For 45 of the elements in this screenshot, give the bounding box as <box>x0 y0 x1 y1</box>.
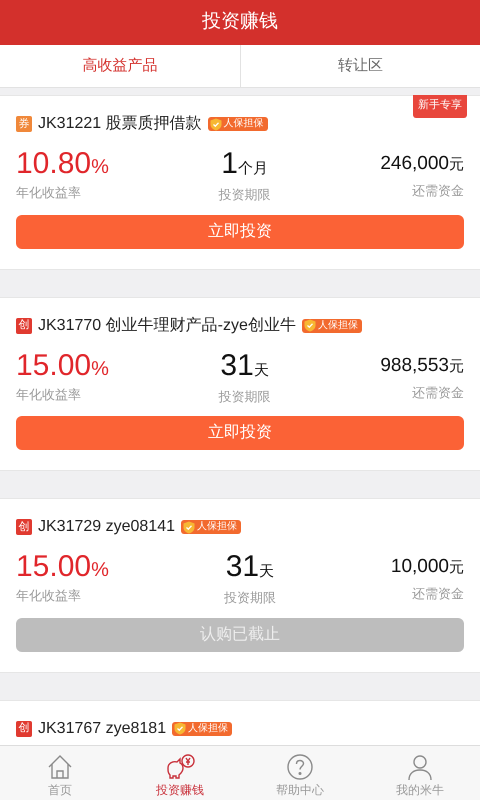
term-label: 投资期限 <box>218 388 271 406</box>
amount-label: 还需资金 <box>411 182 464 200</box>
rate-label: 年化收益率 <box>16 386 82 404</box>
product-tag: 创 <box>16 519 32 535</box>
ribbon-label: 新手专享 <box>413 95 467 118</box>
shield-icon <box>304 319 316 332</box>
term-label: 投资期限 <box>224 589 276 607</box>
term-value: 1个月 <box>220 148 269 182</box>
amount-label: 还需资金 <box>411 585 464 603</box>
product-name: JK31770 创业牛理财产品-zye创业牛 <box>38 316 296 336</box>
help-icon <box>286 753 314 781</box>
shield-icon <box>174 722 186 735</box>
amount-label: 还需资金 <box>411 384 464 402</box>
product-tag: 创 <box>16 720 32 736</box>
term-value: 31天 <box>219 350 270 384</box>
product-name: JK31221 股票质押借款 <box>38 114 202 134</box>
product-name: JK31767 zye8181 <box>38 718 166 738</box>
product-name: JK31729 zye08141 <box>38 517 175 537</box>
guarantee-label: 人保担保 <box>318 318 358 332</box>
rate-label: 年化收益率 <box>16 587 82 605</box>
nav-tab[interactable]: 我的米牛 <box>360 746 480 800</box>
invest-button[interactable]: 立即投资 <box>16 416 464 450</box>
amount-value: 10,000元 <box>390 555 464 579</box>
guarantee-label: 人保担保 <box>224 117 264 131</box>
guarantee-label: 人保担保 <box>197 520 237 534</box>
term-label: 投资期限 <box>218 186 271 204</box>
nav-tab[interactable]: 帮助中心 <box>240 746 360 800</box>
amount-value: 246,000元 <box>380 152 464 176</box>
nav-tab[interactable]: 首页 <box>0 746 120 800</box>
interest-rate: 15.00% <box>16 350 109 384</box>
guarantee-label: 人保担保 <box>188 722 228 736</box>
nav-tab[interactable]: 投资赚钱 <box>120 746 240 800</box>
term-value: 31天 <box>224 551 276 585</box>
invest-button[interactable]: 立即投资 <box>16 214 464 248</box>
interest-rate: 10.80% <box>16 148 109 182</box>
shield-icon <box>183 520 195 534</box>
rate-label: 年化收益率 <box>16 184 82 202</box>
interest-rate: 15.00% <box>16 551 109 585</box>
amount-value: 988,553元 <box>380 354 464 378</box>
shield-icon <box>210 118 222 130</box>
product-tag: 创 <box>16 318 32 334</box>
person-icon <box>406 753 434 781</box>
home-icon <box>46 753 74 781</box>
page-title: 投资赚钱 <box>0 0 480 45</box>
product-tag: 券 <box>16 116 32 132</box>
